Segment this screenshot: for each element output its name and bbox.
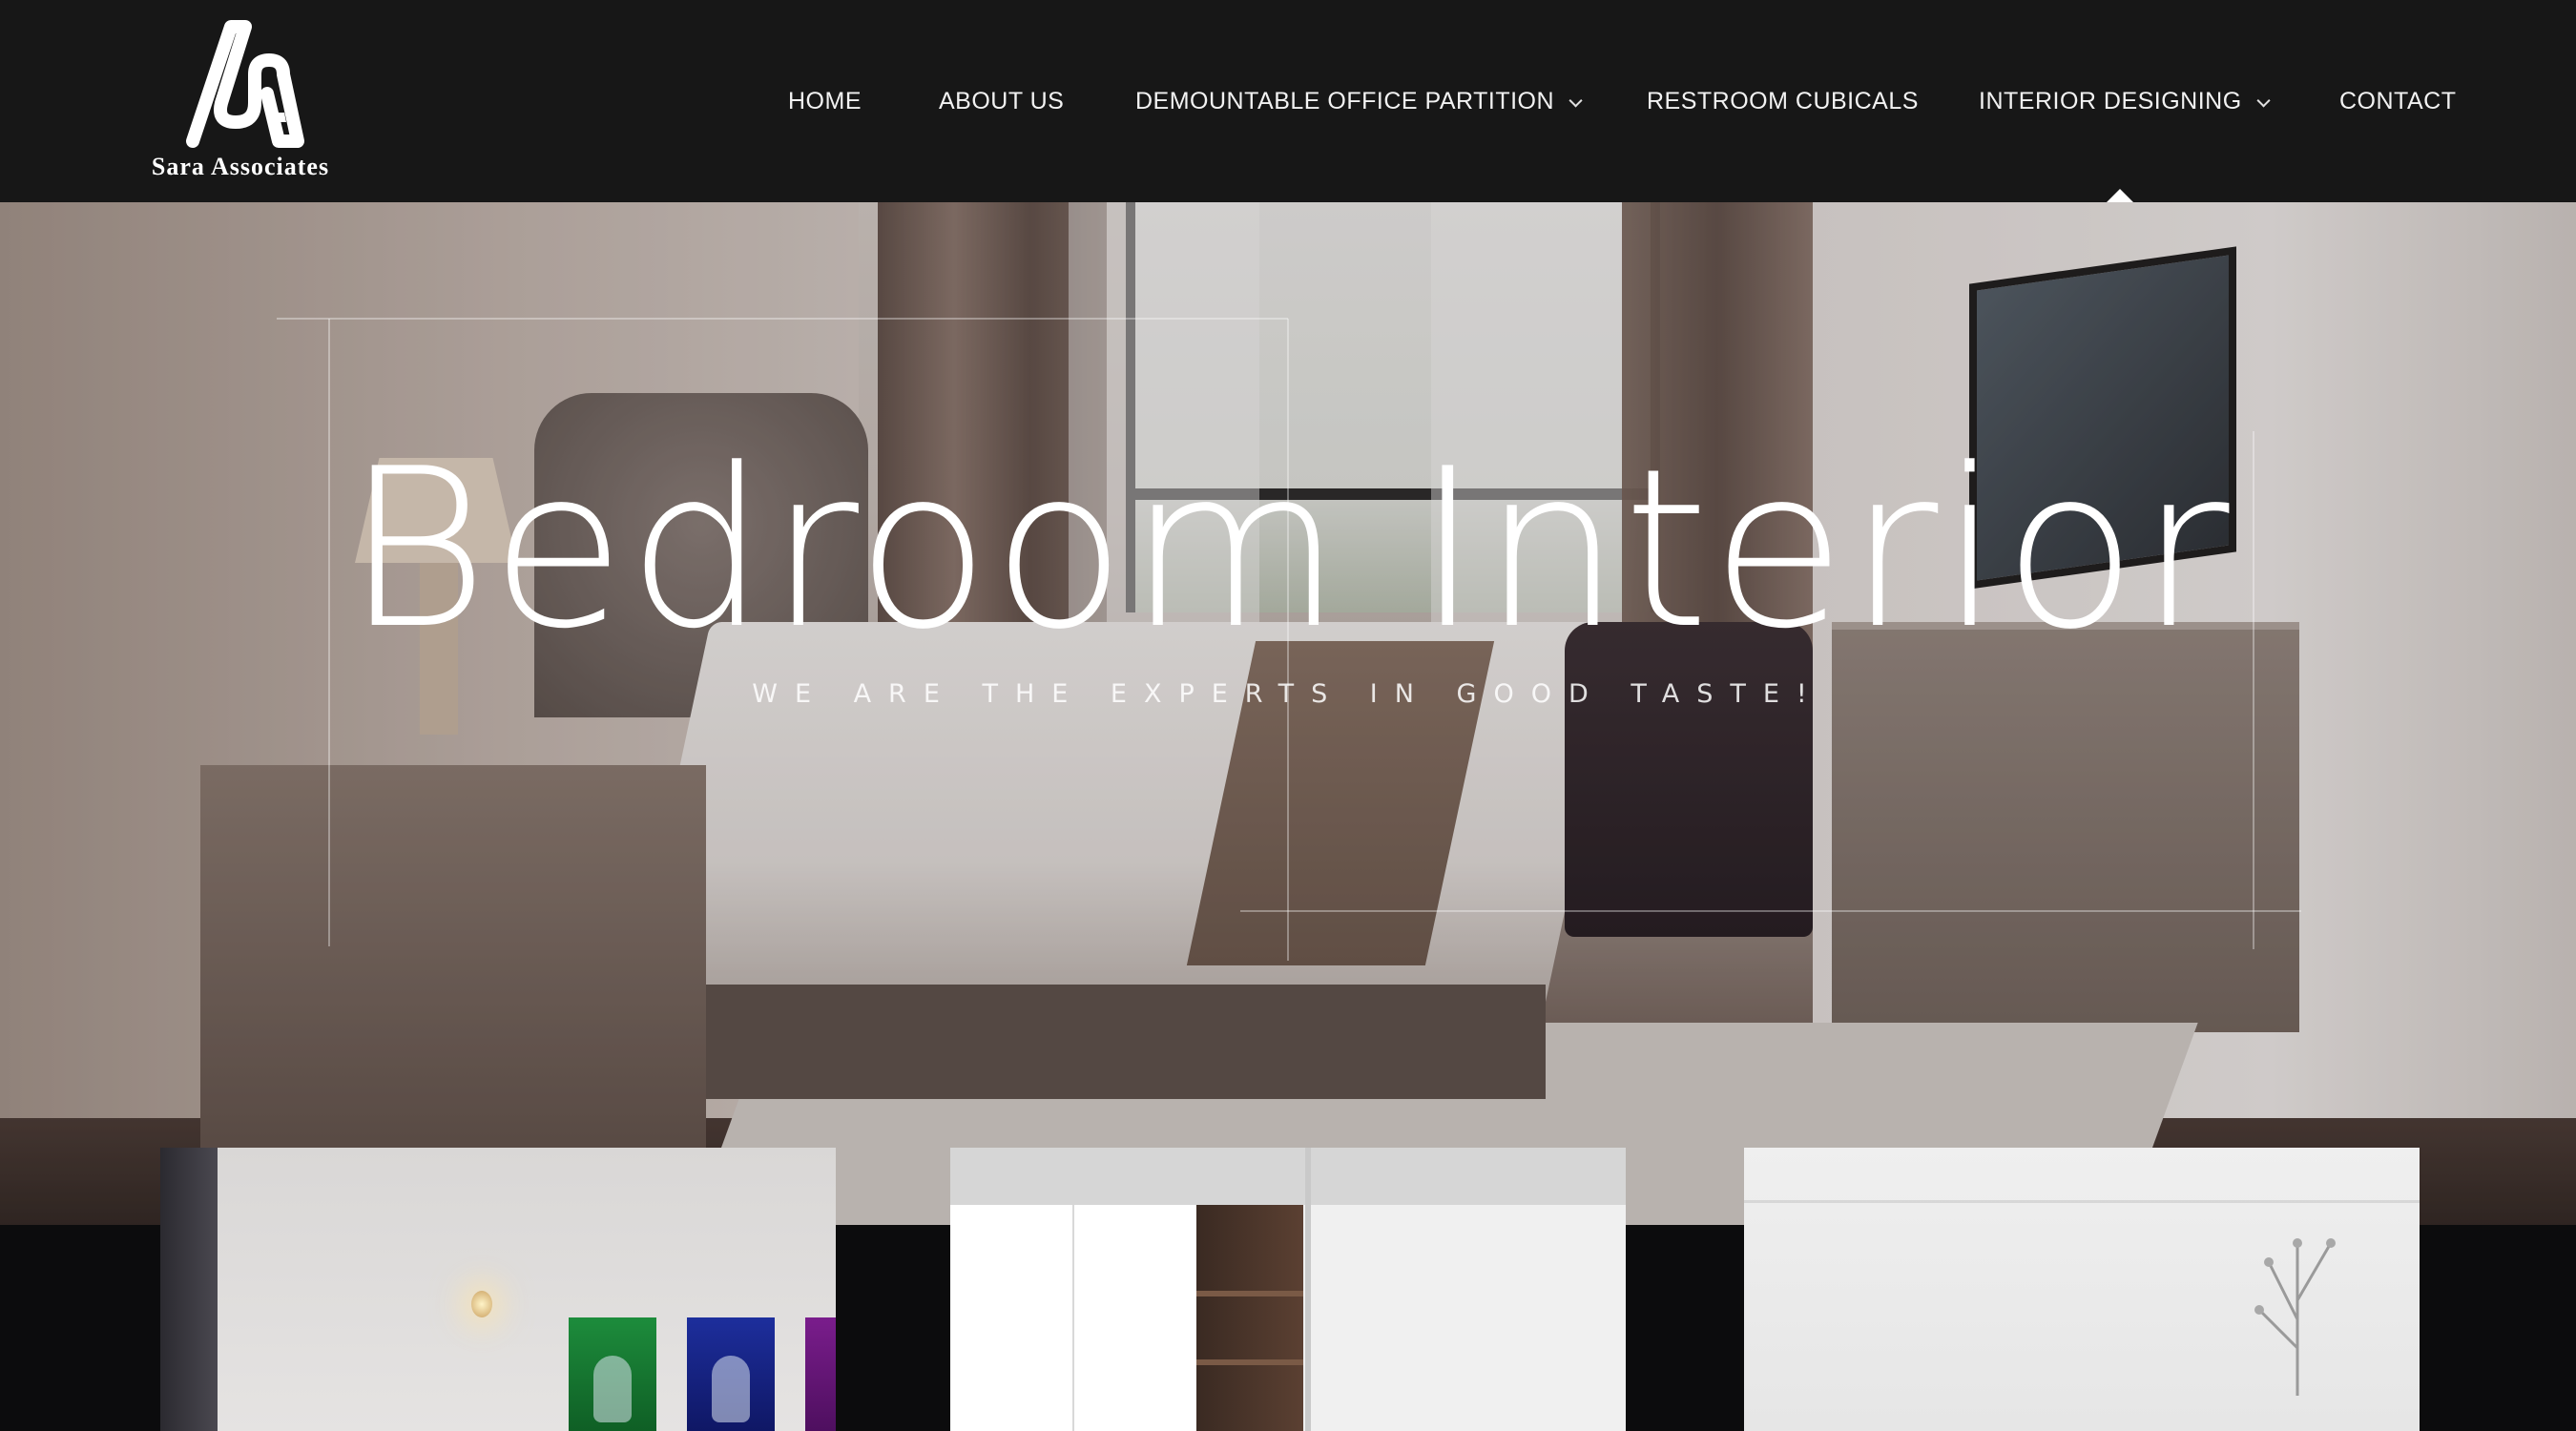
card-image-artwork — [805, 1317, 836, 1431]
nav-item-about-us[interactable]: ABOUT US — [939, 82, 1064, 120]
nav-item-label: INTERIOR DESIGNING — [1979, 88, 2242, 114]
nav-item-restroom-cubicals[interactable]: RESTROOM CUBICALS — [1647, 82, 1919, 120]
card-image-artwork — [569, 1317, 656, 1431]
buddha-figure-icon — [712, 1356, 750, 1422]
card-image-curtain — [160, 1148, 218, 1431]
card-image-texture — [1744, 1200, 2420, 1203]
hero-subtitle: WE ARE THE EXPERTS IN GOOD TASTE! — [752, 679, 1824, 709]
card-image-ceiling — [950, 1148, 1626, 1205]
nav-item-label: RESTROOM CUBICALS — [1647, 88, 1919, 114]
card-image-wardrobe-door — [1074, 1205, 1198, 1431]
card-image-wardrobe-shelf — [1196, 1205, 1303, 1431]
card-image-shelf-board — [1196, 1359, 1303, 1365]
site-header: Sara Associates HOME ABOUT US DEMOUNTABL… — [0, 0, 2576, 202]
hero-overlay — [0, 202, 2576, 1225]
hero-title: Bedroom Interior — [344, 423, 2232, 677]
nav-item-label: ABOUT US — [939, 88, 1065, 114]
nav-item-interior-designing[interactable]: INTERIOR DESIGNING — [1979, 82, 2271, 120]
nav-item-demountable-office-partition[interactable]: DEMOUNTABLE OFFICE PARTITION — [1135, 82, 1583, 120]
chevron-down-icon — [1568, 93, 1583, 108]
nav-item-label: DEMOUNTABLE OFFICE PARTITION — [1135, 88, 1555, 114]
nav-item-label: CONTACT — [2339, 88, 2457, 114]
card-image-shelf-board — [1196, 1291, 1303, 1296]
card-image-artwork — [687, 1317, 775, 1431]
brand-name: Sara Associates — [151, 153, 330, 180]
gallery-card[interactable] — [1744, 1148, 2420, 1431]
main-nav: HOME ABOUT US DEMOUNTABLE OFFICE PARTITI… — [0, 82, 2576, 120]
chevron-down-icon — [2256, 93, 2271, 108]
buddha-figure-icon — [593, 1356, 632, 1422]
nav-item-home[interactable]: HOME — [788, 82, 862, 120]
nav-item-label: HOME — [788, 88, 862, 114]
dried-plant-icon — [2254, 1238, 2336, 1396]
hero-banner: Bedroom Interior WE ARE THE EXPERTS IN G… — [0, 202, 2576, 1225]
card-image-divider — [1305, 1148, 1311, 1431]
card-image-wardrobe-door — [950, 1205, 1074, 1431]
nav-item-contact[interactable]: CONTACT — [2339, 82, 2456, 120]
active-nav-indicator — [2107, 189, 2133, 202]
gallery-card[interactable] — [160, 1148, 836, 1431]
gallery-card[interactable] — [950, 1148, 1626, 1431]
wall-light-icon — [471, 1291, 492, 1317]
